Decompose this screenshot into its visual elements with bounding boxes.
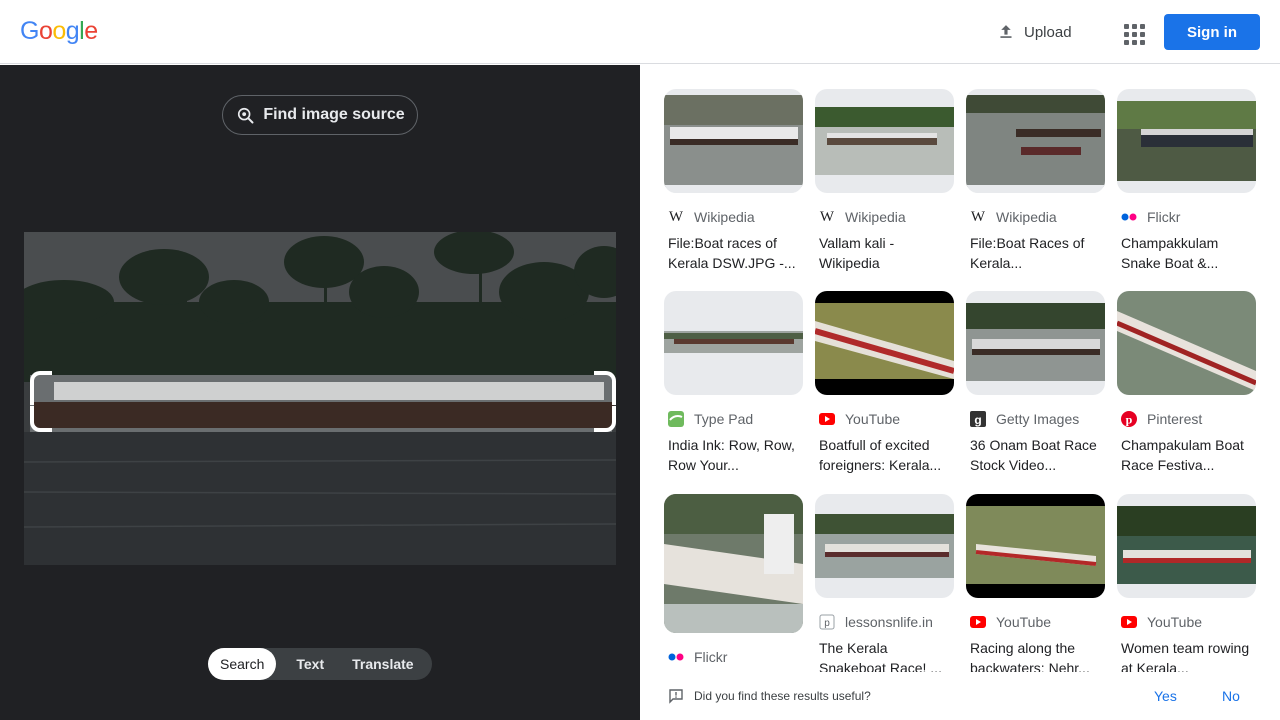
- upload-button[interactable]: Upload: [988, 14, 1080, 50]
- crop-handle-top-left[interactable]: [30, 371, 52, 405]
- result-source: Getty Images: [996, 411, 1080, 427]
- lens-mode-switcher: Search Text Translate: [208, 648, 432, 680]
- feedback-question: Did you find these results useful?: [694, 689, 871, 703]
- result-card[interactable]: W Wikipedia File:Boat races of Kerala DSW…: [664, 89, 803, 273]
- youtube-icon: [819, 411, 835, 427]
- crop-selection-frame[interactable]: [30, 371, 616, 432]
- result-thumbnail[interactable]: [966, 494, 1105, 598]
- google-apps-icon[interactable]: [1116, 16, 1148, 48]
- svg-text:p: p: [824, 618, 830, 629]
- result-source: Pinterest: [1147, 411, 1203, 427]
- pinterest-icon: p: [1121, 411, 1137, 427]
- result-card[interactable]: W Wikipedia Vallam kali - Wikipedia: [815, 89, 954, 273]
- svg-text:p: p: [1126, 413, 1133, 427]
- result-thumbnail[interactable]: [1117, 89, 1256, 193]
- youtube-icon: [1121, 614, 1137, 630]
- result-thumbnail[interactable]: [815, 291, 954, 395]
- upload-label: Upload: [1024, 23, 1072, 41]
- result-title[interactable]: File:Boat Races of Kerala...: [966, 233, 1105, 273]
- lessonsnlife-icon: p: [819, 614, 835, 630]
- result-source: Flickr: [1147, 209, 1181, 225]
- result-source: Type Pad: [694, 411, 754, 427]
- result-thumbnail[interactable]: [664, 89, 803, 193]
- result-card[interactable]: p Pinterest Champakulam Boat Race Festiva…: [1117, 291, 1256, 475]
- result-thumbnail[interactable]: [664, 291, 803, 395]
- youtube-icon: [970, 614, 986, 630]
- result-source: YouTube: [996, 614, 1052, 630]
- crop-handle-top-right[interactable]: [594, 371, 616, 405]
- top-bar: Google Upload Sign in: [0, 0, 1280, 64]
- result-thumbnail[interactable]: [1117, 291, 1256, 395]
- feedback-bar: Did you find these results useful? Yes N…: [640, 672, 1280, 720]
- result-source: Flickr: [694, 649, 728, 665]
- result-card[interactable]: Type Pad India Ink: Row, Row, Row Your..…: [664, 291, 803, 475]
- result-title[interactable]: 36 Onam Boat Race Stock Video...: [966, 435, 1105, 475]
- result-card[interactable]: YouTube Racing along the backwaters: Neh…: [966, 494, 1105, 678]
- result-card[interactable]: Flickr: [664, 494, 803, 667]
- crop-handle-bottom-right[interactable]: [594, 406, 616, 432]
- result-source: Wikipedia: [694, 209, 755, 225]
- feedback-yes-button[interactable]: Yes: [1154, 688, 1177, 704]
- result-source: Wikipedia: [996, 209, 1057, 225]
- lens-image-panel: Find image source Search Text Translate: [0, 65, 640, 720]
- lens-search-icon: [238, 107, 254, 124]
- result-thumbnail[interactable]: [1117, 494, 1256, 598]
- result-title[interactable]: File:Boat races of Kerala DSW.JPG -...: [664, 233, 803, 273]
- result-title[interactable]: Champakkulam Snake Boat &...: [1117, 233, 1256, 273]
- wikipedia-icon: W: [668, 208, 684, 225]
- crop-handle-bottom-left[interactable]: [30, 406, 52, 432]
- result-source: YouTube: [845, 411, 901, 427]
- result-card[interactable]: Flickr Champakkulam Snake Boat &...: [1117, 89, 1256, 273]
- tab-search[interactable]: Search: [208, 648, 277, 680]
- result-card[interactable]: p lessonsnlife.in The Kerala Snakeboat Ra…: [815, 494, 954, 678]
- find-image-source-button[interactable]: Find image source: [222, 95, 418, 135]
- result-thumbnail[interactable]: [966, 291, 1105, 395]
- result-thumbnail[interactable]: [815, 89, 954, 193]
- flickr-icon: [1121, 209, 1137, 225]
- flickr-icon: [668, 649, 684, 665]
- wikipedia-icon: W: [970, 208, 986, 225]
- wikipedia-icon: W: [819, 208, 835, 225]
- feedback-no-button[interactable]: No: [1222, 688, 1240, 704]
- upload-icon: [1000, 25, 1012, 38]
- find-image-source-label: Find image source: [263, 106, 405, 123]
- result-card[interactable]: YouTube Women team rowing at Kerala...: [1117, 494, 1256, 678]
- result-source: lessonsnlife.in: [845, 614, 933, 630]
- feedback-icon: [669, 689, 683, 704]
- google-logo[interactable]: Google: [20, 17, 98, 46]
- result-card[interactable]: W Wikipedia File:Boat Races of Kerala...: [966, 89, 1105, 273]
- result-title[interactable]: Champakulam Boat Race Festiva...: [1117, 435, 1256, 475]
- typepad-icon: [668, 411, 684, 427]
- sign-in-button[interactable]: Sign in: [1164, 14, 1260, 50]
- result-thumbnail[interactable]: [664, 494, 803, 633]
- svg-text:g: g: [974, 413, 981, 427]
- result-title[interactable]: India Ink: Row, Row, Row Your...: [664, 435, 803, 475]
- result-thumbnail[interactable]: [815, 494, 954, 598]
- result-card[interactable]: YouTube Boatfull of excited foreigners: …: [815, 291, 954, 475]
- result-card[interactable]: g Getty Images 36 Onam Boat Race Stock Vi…: [966, 291, 1105, 475]
- result-title[interactable]: Vallam kali - Wikipedia: [815, 233, 954, 273]
- tab-translate[interactable]: Translate: [338, 648, 425, 680]
- tab-text[interactable]: Text: [276, 648, 338, 680]
- visual-matches-panel: W Wikipedia File:Boat races of Kerala DSW…: [640, 65, 1280, 720]
- result-thumbnail[interactable]: [966, 89, 1105, 193]
- getty-icon: g: [970, 411, 986, 427]
- result-source: Wikipedia: [845, 209, 906, 225]
- result-source: YouTube: [1147, 614, 1203, 630]
- result-title[interactable]: Boatfull of excited foreigners: Kerala..…: [815, 435, 954, 475]
